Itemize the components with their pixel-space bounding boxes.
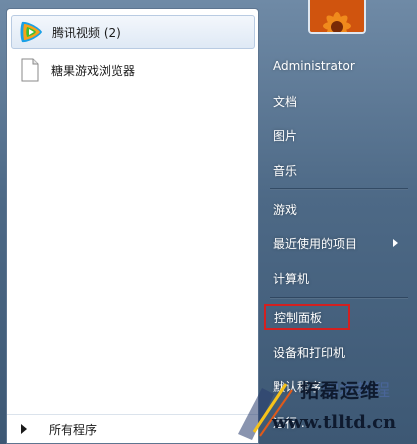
all-programs-label: 所有程序: [49, 422, 98, 437]
item-label: 设备和打印机: [273, 345, 346, 360]
blank-document-icon: [21, 58, 39, 82]
watermark-url: www.tlltd.cn: [272, 412, 397, 433]
all-programs-button[interactable]: 所有程序: [7, 414, 258, 443]
program-label: 糖果游戏浏览器: [51, 63, 136, 78]
tencent-video-icon: [20, 21, 42, 43]
menu-separator: [270, 297, 408, 299]
triangle-right-icon: [21, 424, 27, 434]
right-item-control-panel[interactable]: 控制面板: [264, 304, 350, 330]
item-label: 控制面板: [274, 310, 323, 325]
user-avatar[interactable]: [308, 0, 366, 34]
right-item-music[interactable]: 音乐: [266, 156, 406, 184]
item-label: 文档: [273, 94, 298, 109]
right-item-recent-items[interactable]: 最近使用的项目: [266, 229, 406, 257]
item-label: 音乐: [273, 163, 298, 178]
watermark-brand: 拓磊运维: [300, 380, 381, 402]
item-label: Administrator: [273, 59, 355, 73]
program-tencent-video[interactable]: 腾讯视频 (2): [11, 15, 255, 49]
right-item-games[interactable]: 游戏: [266, 195, 406, 223]
submenu-arrow-icon: [393, 239, 398, 247]
item-label: 图片: [273, 128, 298, 143]
right-item-pictures[interactable]: 图片: [266, 121, 406, 149]
right-item-devices-printers[interactable]: 设备和打印机: [266, 338, 406, 366]
flower-avatar-icon: [310, 0, 364, 32]
item-label: 计算机: [273, 271, 310, 286]
right-item-administrator[interactable]: Administrator: [266, 52, 406, 80]
programs-pane: 腾讯视频 (2) 糖果游戏浏览器 所有程序: [6, 8, 259, 444]
right-item-computer[interactable]: 计算机: [266, 264, 406, 292]
program-candy-game-browser[interactable]: 糖果游戏浏览器: [11, 53, 255, 87]
right-item-documents[interactable]: 文档: [266, 87, 406, 115]
start-menu: 腾讯视频 (2) 糖果游戏浏览器 所有程序 Administrator 文档 图…: [0, 0, 417, 444]
menu-separator: [270, 188, 408, 190]
item-label: 最近使用的项目: [273, 236, 358, 251]
item-label: 游戏: [273, 202, 298, 217]
program-label: 腾讯视频 (2): [52, 25, 121, 40]
